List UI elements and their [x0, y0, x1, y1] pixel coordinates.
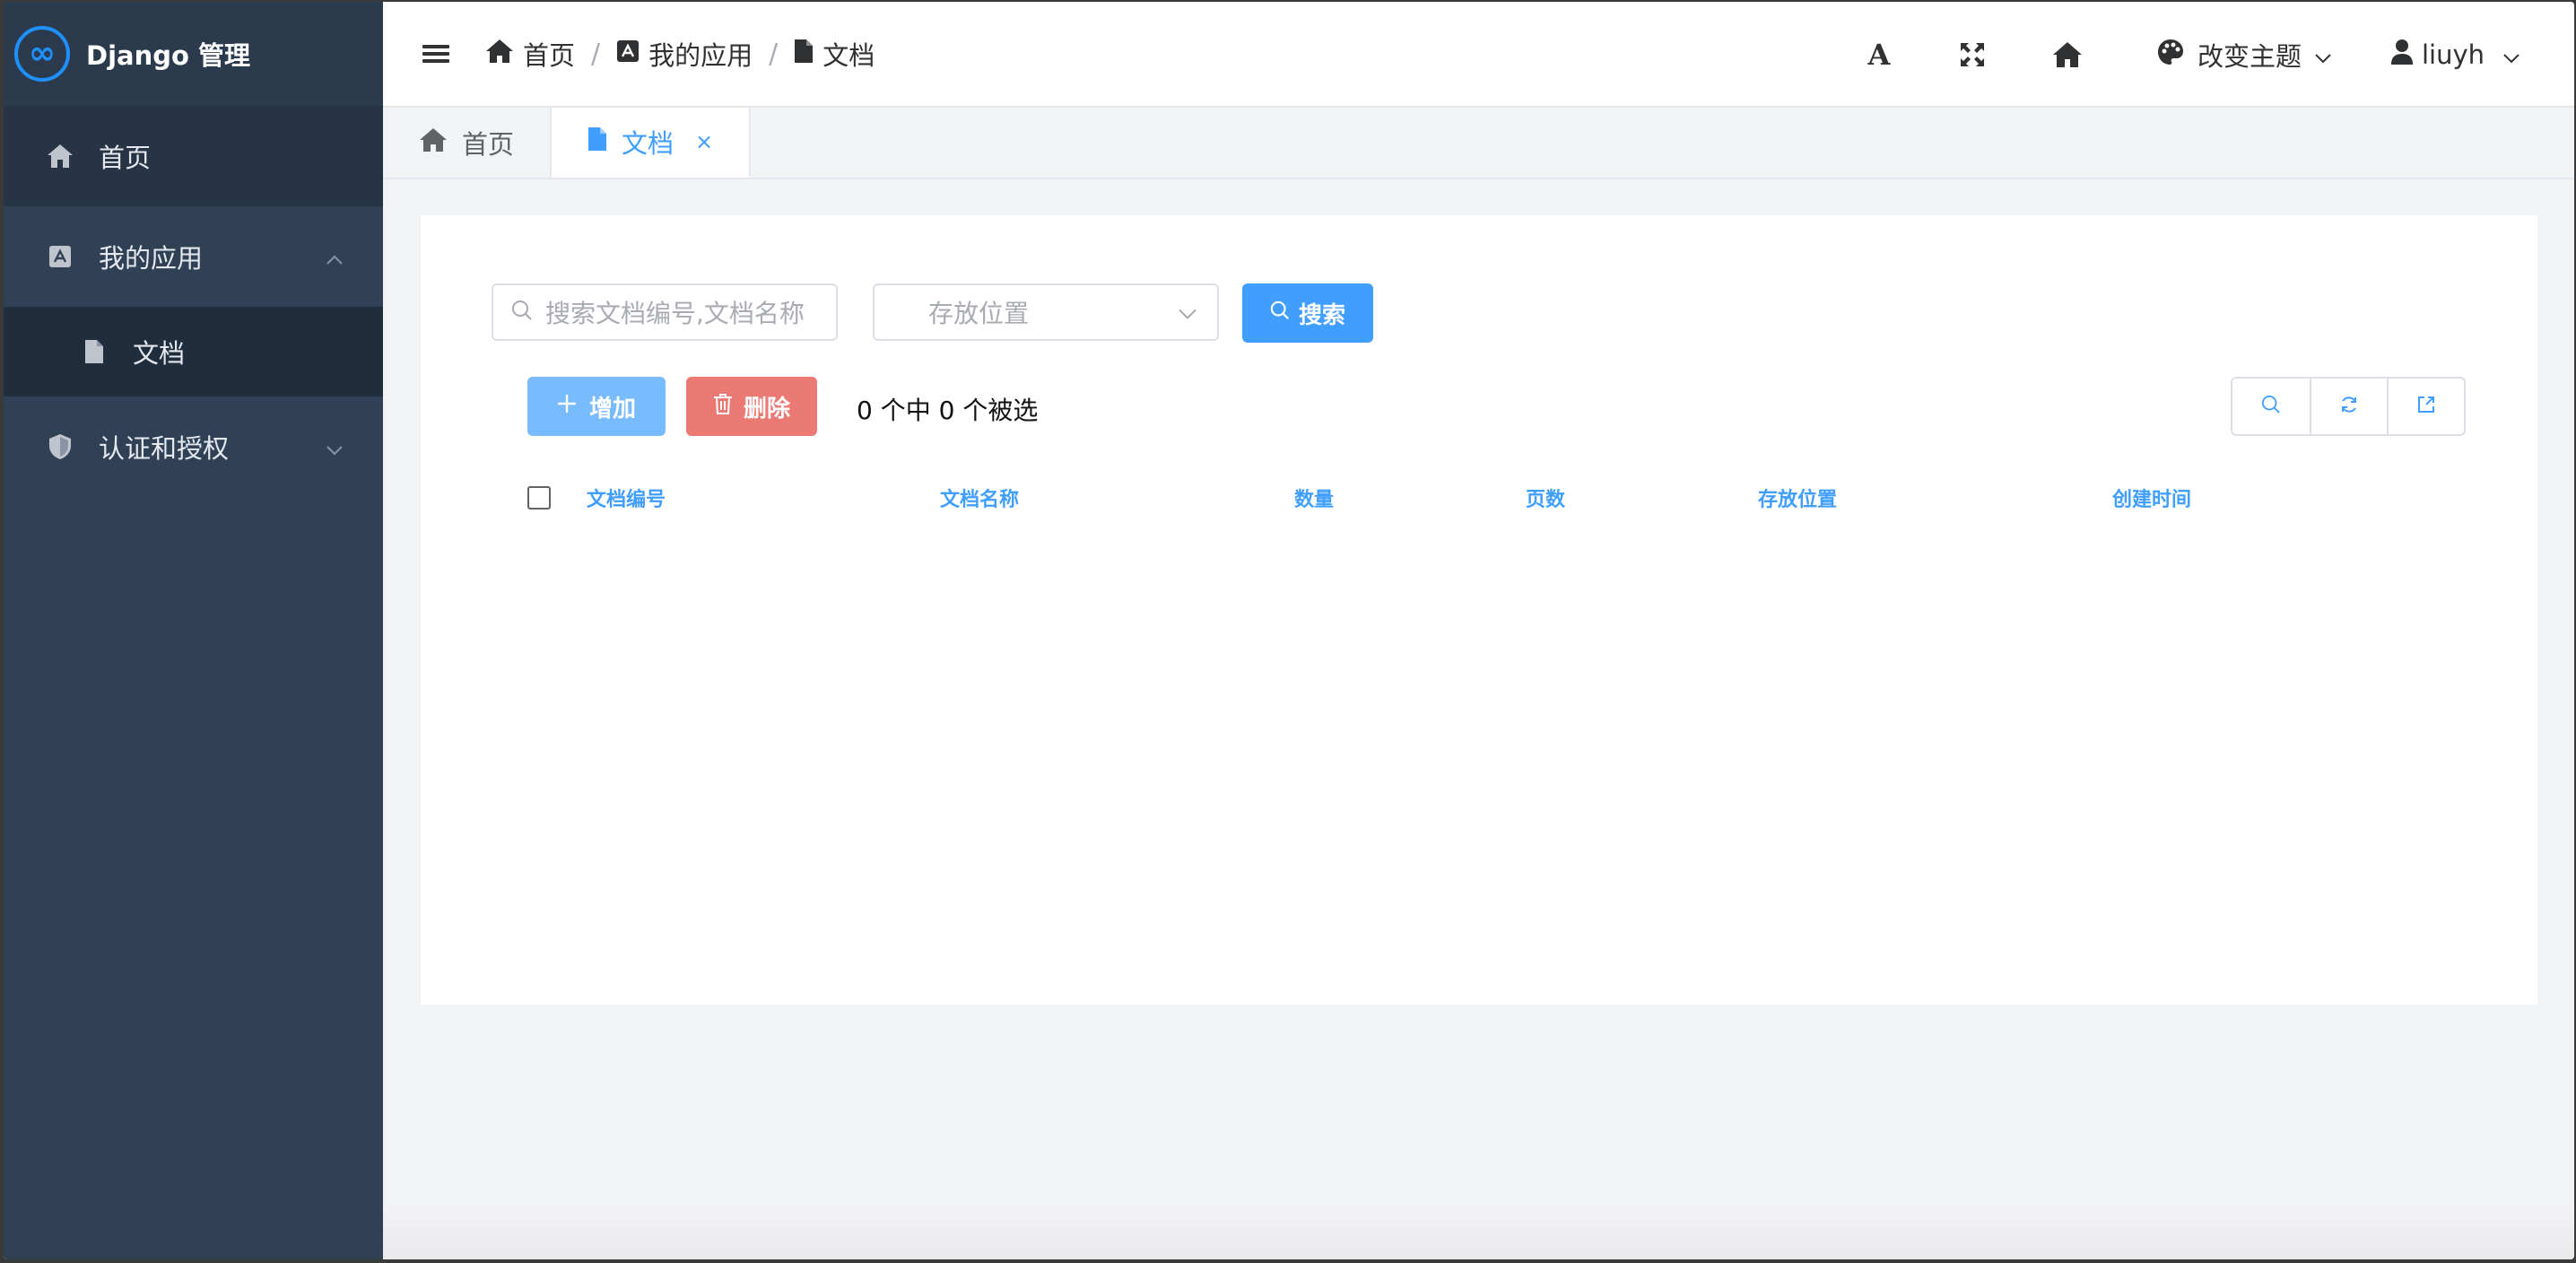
file-icon	[587, 126, 607, 158]
select-all-checkbox[interactable]	[527, 486, 551, 510]
table-header: 文档编号 文档名称 数量 页数 存放位置 创建时间	[527, 475, 2466, 520]
column-header[interactable]: 页数	[1526, 483, 1565, 512]
export-button[interactable]	[2387, 379, 2464, 434]
sidebar-subitem-docs[interactable]: 文档	[4, 307, 383, 396]
logo-icon: ∞	[14, 26, 70, 82]
add-button[interactable]: 增加	[527, 377, 666, 436]
breadcrumb-my-apps[interactable]: 我的应用	[616, 35, 753, 73]
app-icon	[616, 39, 640, 69]
app-window: ∞ Django 管理 首页 我的应用 文档 认证和授权 首页 / 我的应用 /…	[4, 2, 2574, 1259]
sidebar-item-label: 文档	[133, 338, 186, 369]
app-icon	[45, 241, 75, 272]
home-icon	[419, 127, 448, 159]
sidebar-item-label: 首页	[99, 143, 152, 173]
sidebar-item-auth[interactable]: 认证和授权	[4, 396, 383, 497]
breadcrumb-docs: 文档	[794, 35, 875, 73]
palette-icon	[2156, 38, 2185, 73]
column-header[interactable]: 数量	[1294, 483, 1334, 512]
column-header[interactable]: 创建时间	[2112, 483, 2191, 512]
location-select[interactable]: 存放位置	[873, 283, 1219, 341]
breadcrumb: 首页 / 我的应用 / 文档	[485, 35, 875, 73]
export-icon	[2416, 395, 2436, 418]
selection-count: 0 个中 0 个被选	[857, 396, 1039, 425]
tab-home[interactable]: 首页	[383, 108, 553, 178]
navbar-actions: A 改变主题 liuyh	[1857, 2, 2574, 108]
bottom-shadow	[383, 1206, 2574, 1259]
sidebar-item-home[interactable]: 首页	[4, 106, 383, 206]
chevron-down-icon	[326, 431, 344, 462]
chevron-down-icon	[2314, 39, 2332, 70]
search-icon	[2261, 395, 2281, 418]
plus-icon	[557, 393, 577, 420]
search-button[interactable]: 搜索	[1242, 283, 1373, 343]
file-icon	[794, 39, 814, 70]
shield-icon	[45, 431, 75, 462]
tags-bar: 首页 文档 ×	[383, 108, 2574, 179]
search-icon	[1270, 300, 1290, 327]
column-header[interactable]: 文档名称	[940, 483, 1019, 512]
delete-button[interactable]: 删除	[686, 377, 817, 436]
close-icon[interactable]: ×	[695, 129, 713, 154]
font-size-icon[interactable]: A	[1857, 32, 1902, 77]
column-header[interactable]: 存放位置	[1758, 483, 1837, 512]
fullscreen-icon[interactable]	[1950, 32, 1995, 77]
column-header[interactable]: 文档编号	[587, 483, 666, 512]
location-placeholder: 存放位置	[928, 299, 1030, 328]
top-navbar: 首页 / 我的应用 / 文档 A 改变主题 liuyh	[383, 2, 2574, 108]
sidebar-item-label: 我的应用	[99, 243, 204, 274]
theme-label: 改变主题	[2197, 41, 2302, 72]
tab-docs[interactable]: 文档 ×	[552, 108, 752, 178]
user-menu[interactable]: liuyh	[2390, 39, 2520, 72]
breadcrumb-separator: /	[769, 38, 779, 70]
home-icon	[485, 39, 514, 70]
breadcrumb-separator: /	[591, 38, 601, 70]
refresh-button[interactable]	[2310, 379, 2387, 434]
content-card: 搜索文档编号,文档名称 存放位置 搜索 增加 删除 0 个中 0 个被选 文档编…	[421, 215, 2537, 1005]
home-icon	[45, 141, 75, 171]
search-icon	[511, 298, 533, 327]
breadcrumb-home[interactable]: 首页	[485, 35, 575, 73]
sidebar-logo[interactable]: ∞ Django 管理	[4, 2, 383, 106]
toggle-search-button[interactable]	[2232, 379, 2310, 434]
chevron-down-icon	[1178, 298, 1197, 327]
search-input[interactable]: 搜索文档编号,文档名称	[492, 283, 838, 341]
trash-icon	[713, 393, 733, 421]
refresh-icon	[2339, 395, 2359, 418]
sidebar: ∞ Django 管理 首页 我的应用 文档 认证和授权	[4, 2, 383, 1259]
file-icon	[84, 338, 108, 365]
user-name: liuyh	[2421, 39, 2485, 70]
app-title: Django 管理	[86, 40, 251, 71]
sidebar-item-my-apps[interactable]: 我的应用	[4, 206, 383, 307]
chevron-up-icon	[326, 241, 344, 272]
menu-toggle-icon[interactable]	[422, 41, 449, 66]
table-tools	[2231, 377, 2466, 436]
search-placeholder: 搜索文档编号,文档名称	[545, 299, 805, 328]
home-icon[interactable]	[2045, 32, 2090, 77]
user-icon	[2390, 39, 2413, 72]
sidebar-item-label: 认证和授权	[99, 433, 230, 464]
main-area: 首页 / 我的应用 / 文档 A 改变主题 liuyh 首页 文档 × 搜索文档…	[383, 2, 2574, 1259]
theme-switcher[interactable]: 改变主题	[2156, 36, 2332, 74]
chevron-down-icon	[2502, 39, 2520, 70]
